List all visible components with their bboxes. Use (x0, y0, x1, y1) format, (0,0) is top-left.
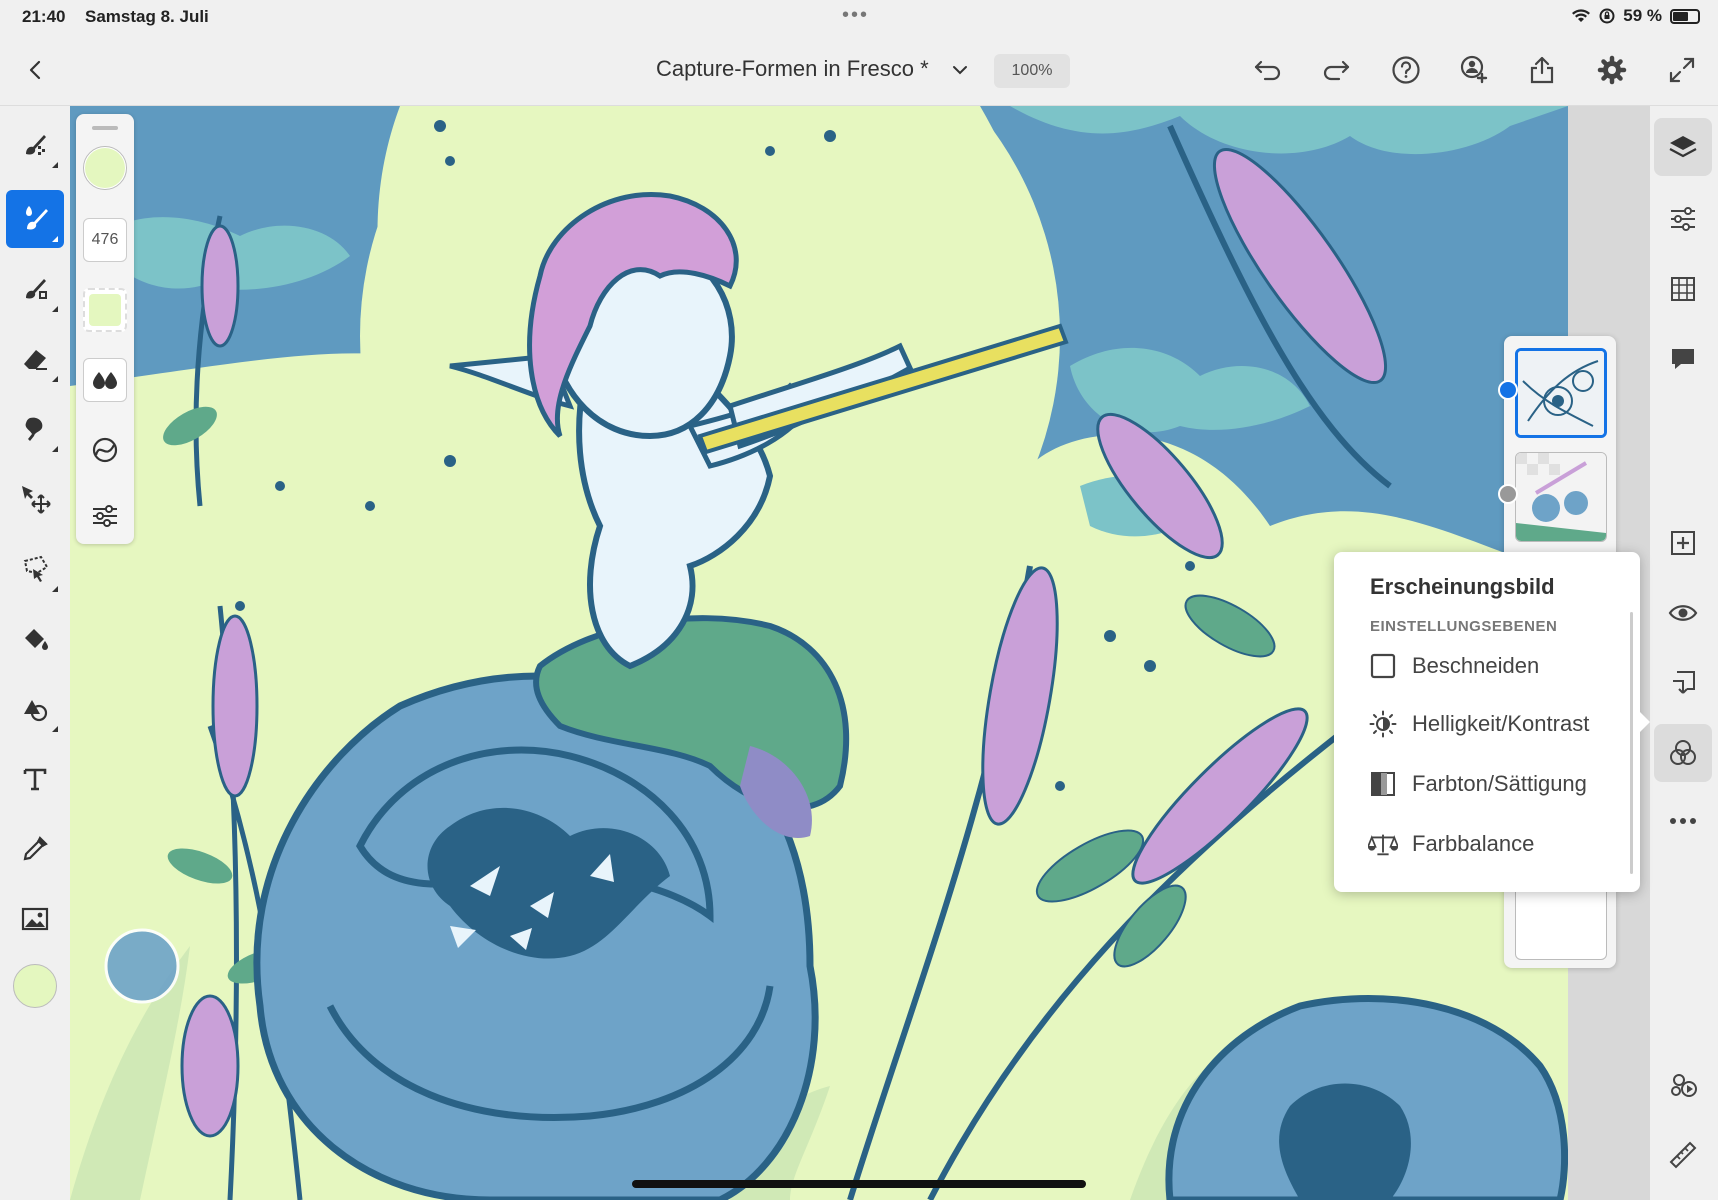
checkbox-icon[interactable] (1368, 651, 1398, 681)
grid-icon[interactable] (1654, 260, 1712, 318)
hue-saturation-icon (1368, 769, 1398, 799)
layer-blend-indicator[interactable] (1498, 380, 1518, 400)
menu-item-label: Beschneiden (1412, 653, 1540, 678)
menu-item-hue-saturation[interactable]: Farbton/Sättigung (1368, 764, 1628, 804)
text-icon[interactable] (6, 750, 64, 808)
panel-handle[interactable] (92, 126, 118, 130)
vector-brush-icon[interactable] (6, 260, 64, 318)
brush-flow-preview[interactable] (83, 288, 127, 332)
more-icon[interactable] (1654, 792, 1712, 850)
live-brush-icon[interactable] (6, 190, 64, 248)
adjustment-icon[interactable] (1654, 724, 1712, 782)
smudge-icon[interactable] (6, 400, 64, 458)
wifi-icon (1572, 9, 1591, 22)
layer-blend-indicator-2[interactable] (1498, 484, 1518, 504)
redo-icon[interactable] (1316, 50, 1356, 90)
menu-item-clip[interactable]: Beschneiden (1368, 646, 1628, 686)
menu-scrollbar[interactable] (1630, 612, 1633, 874)
chevron-down-icon[interactable] (940, 50, 980, 90)
eraser-icon[interactable] (6, 330, 64, 388)
color-swatch[interactable] (13, 964, 57, 1008)
add-layer-icon[interactable] (1654, 514, 1712, 572)
brush-size-field[interactable]: 476 (83, 218, 127, 262)
battery-percent: 59 % (1623, 6, 1662, 25)
document-title[interactable]: Capture-Formen in Fresco * (656, 56, 929, 82)
color-balance-icon (1368, 829, 1398, 859)
status-bar: 21:40 Samstag 8. Juli ••• 59 % (0, 0, 1718, 36)
pixel-brush-icon[interactable] (6, 116, 64, 174)
settings-icon[interactable] (1592, 50, 1632, 90)
share-icon[interactable] (1522, 50, 1562, 90)
right-rail (1650, 106, 1718, 1200)
menu-section-header: EINSTELLUNGSEBENEN (1370, 618, 1558, 635)
layer-properties-icon[interactable] (1654, 190, 1712, 248)
brightness-icon (1368, 709, 1398, 739)
visibility-icon[interactable] (1654, 584, 1712, 642)
menu-item-label: Farbbalance (1412, 831, 1535, 856)
invite-icon[interactable] (1454, 50, 1494, 90)
brush-settings-panel: 476 (76, 114, 134, 544)
fill-icon[interactable] (6, 610, 64, 668)
lock-rotation-icon (1599, 8, 1615, 24)
menu-item-label: Helligkeit/Kontrast (1412, 711, 1590, 736)
menu-item-label: Farbton/Sättigung (1412, 771, 1587, 796)
popover-arrow (1638, 710, 1650, 734)
lasso-icon[interactable] (6, 540, 64, 598)
tool-rail (0, 106, 70, 1200)
adjustment-menu: Erscheinungsbild EINSTELLUNGSEBENEN Besc… (1334, 552, 1640, 892)
home-indicator[interactable] (632, 1180, 1086, 1188)
status-time: 21:40 (22, 7, 66, 26)
chevron-left-icon[interactable] (16, 50, 56, 90)
pressure-icon[interactable] (83, 428, 127, 472)
water-flow-icon[interactable] (83, 358, 127, 402)
layers-icon[interactable] (1654, 118, 1712, 176)
top-toolbar: Capture-Formen in Fresco * 100% (0, 36, 1718, 106)
fullscreen-icon[interactable] (1662, 50, 1702, 90)
menu-item-brightness-contrast[interactable]: Helligkeit/Kontrast (1368, 704, 1628, 744)
shapes-icon[interactable] (6, 680, 64, 738)
layer-thumbnail-2[interactable] (1515, 452, 1607, 542)
import-icon[interactable] (1654, 654, 1712, 712)
menu-title: Erscheinungsbild (1370, 574, 1555, 599)
status-date: Samstag 8. Juli (85, 7, 209, 26)
move-icon[interactable] (6, 470, 64, 528)
menu-item-color-balance[interactable]: Farbbalance (1368, 824, 1628, 864)
zoom-level[interactable]: 100% (994, 54, 1070, 88)
status-right: 59 % (1571, 6, 1700, 26)
ruler-icon[interactable] (1654, 1126, 1712, 1184)
eyedropper-icon[interactable] (6, 820, 64, 878)
brush-settings-icon[interactable] (83, 494, 127, 538)
layer-thumbnail-1[interactable] (1515, 348, 1607, 438)
undo-icon[interactable] (1248, 50, 1288, 90)
image-icon[interactable] (6, 890, 64, 948)
brush-color-swatch[interactable] (83, 146, 127, 190)
multitasking-dots[interactable]: ••• (842, 4, 869, 27)
battery-icon (1670, 8, 1700, 24)
motion-icon[interactable] (1654, 1056, 1712, 1114)
help-icon[interactable] (1386, 50, 1426, 90)
comment-icon[interactable] (1654, 330, 1712, 388)
